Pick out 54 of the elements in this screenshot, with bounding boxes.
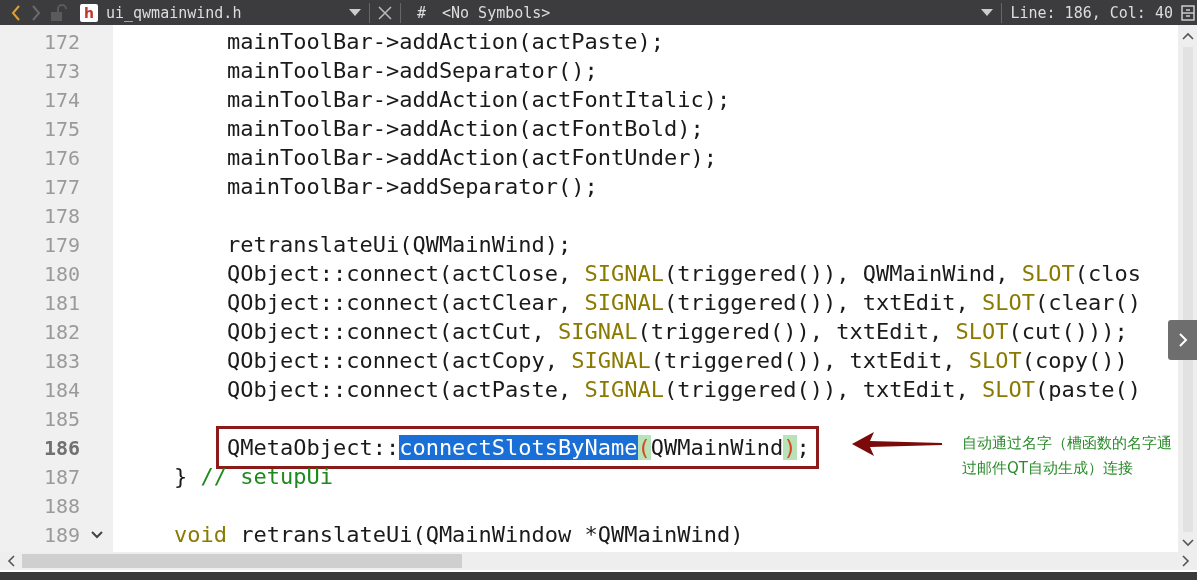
code-line: QObject::connect(actCopy, SIGNAL(triggered()), txtEdit, SLOT(copy())	[226, 348, 1128, 373]
scroll-down-icon[interactable]	[1180, 538, 1195, 548]
line-number: 173	[42, 58, 80, 83]
code-line: mainToolBar->addSeparator();	[226, 174, 598, 199]
code-line: QObject::connect(actCut, SIGNAL(triggered()), txtEdit, SLOT(cut()));	[226, 319, 1128, 344]
code-line: mainToolBar->addAction(actFontItalic);	[226, 87, 731, 112]
code-line: mainToolBar->addAction(actPaste);	[226, 29, 665, 54]
code-line: QObject::connect(actPaste, SIGNAL(triggered()), txtEdit, SLOT(paste()	[226, 377, 1141, 402]
scroll-right-icon[interactable]	[1181, 554, 1191, 568]
file-name[interactable]: ui_qwmainwind.h	[105, 3, 341, 22]
line-number: 179	[42, 232, 80, 257]
scroll-left-icon[interactable]	[6, 554, 16, 568]
line-number: 182	[42, 319, 80, 344]
scrollbar-thumb[interactable]	[1182, 47, 1193, 532]
line-number: 176	[42, 145, 80, 170]
code-line: QObject::connect(actClear, SIGNAL(triggered()), txtEdit, SLOT(clear()	[226, 290, 1141, 315]
arrow-icon	[852, 431, 942, 457]
line-number: 178	[42, 203, 80, 228]
chevron-down-icon[interactable]	[90, 530, 103, 539]
line-number: 183	[42, 348, 80, 373]
expand-panel-button[interactable]	[1168, 320, 1197, 360]
symbol-marker: #	[416, 3, 426, 22]
file-type-icon: h	[80, 3, 98, 22]
line-number: 181	[42, 290, 80, 315]
code-line: retranslateUi(QWMainWind);	[226, 232, 572, 257]
code-line: void retranslateUi(QMainWindow *QWMainWind)	[173, 522, 744, 547]
line-number: 175	[42, 116, 80, 141]
scrollbar-thumb[interactable]	[22, 554, 462, 568]
code-line: mainToolBar->addAction(actFontUnder);	[226, 145, 718, 170]
dropdown-caret-icon[interactable]	[348, 8, 361, 17]
line-number: 177	[42, 174, 80, 199]
line-number: 180	[42, 261, 80, 286]
horizontal-scrollbar[interactable]	[0, 552, 1197, 570]
annotation-text: 自动通过名字（槽函数的名字通过邮件QT自动生成）连接	[962, 433, 1173, 479]
dropdown-caret-icon[interactable]	[981, 8, 994, 17]
line-number: 188	[42, 493, 80, 518]
vertical-scrollbar[interactable]	[1178, 25, 1197, 552]
line-number: 187	[42, 464, 80, 489]
cursor-position: Line: 186, Col: 40	[1010, 3, 1173, 22]
line-number: 172	[42, 29, 80, 54]
back-icon[interactable]	[10, 3, 22, 22]
close-icon[interactable]	[377, 5, 392, 20]
split-icon[interactable]	[1181, 4, 1195, 21]
code-line: mainToolBar->addAction(actFontBold);	[226, 116, 704, 141]
line-number: 185	[42, 406, 80, 431]
line-number: 174	[42, 87, 80, 112]
chevron-right-icon	[1177, 332, 1188, 348]
line-number: 184	[42, 377, 80, 402]
line-number: 189	[42, 522, 80, 547]
symbols-dropdown[interactable]: <No Symbols>	[442, 3, 551, 22]
line-number: 186	[42, 435, 80, 460]
code-line: mainToolBar->addSeparator();	[226, 58, 598, 83]
scroll-up-icon[interactable]	[1180, 31, 1195, 41]
code-line: QObject::connect(actClose, SIGNAL(triggered()), QWMainWind, SLOT(clos	[226, 261, 1141, 286]
